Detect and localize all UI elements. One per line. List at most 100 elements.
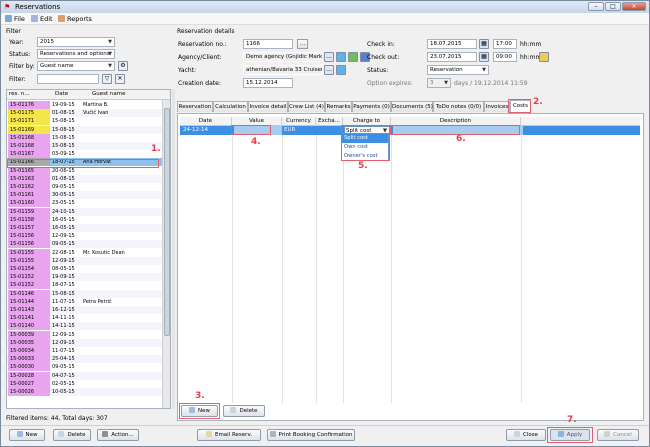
table-row[interactable]: 15-01175 01-08-15 Vučić Ivan [7, 109, 162, 118]
yacht-info-icon[interactable] [336, 65, 346, 75]
tab-crew-list[interactable]: Crew List (4) [288, 101, 325, 112]
table-row[interactable]: 15-01161 30-05-15 [7, 191, 162, 200]
calendar-icon[interactable]: ▦ [479, 52, 489, 62]
cost-currency-cell[interactable]: EUR [284, 126, 295, 135]
table-row[interactable]: 15-01162 09-05-15 [7, 183, 162, 191]
yacht-edit-icon[interactable]: … [324, 65, 334, 75]
email-reservation-button[interactable]: Email Reserv. [197, 429, 261, 441]
table-row[interactable]: 15-00034 11-07-15 [7, 347, 162, 355]
delete-reservation-button[interactable]: Delete [53, 429, 91, 441]
table-row[interactable]: 15-01159 24-10-15 [7, 207, 162, 216]
table-row[interactable]: 15-01158 16-05-15 [7, 215, 162, 224]
minimize-button[interactable]: – [588, 2, 604, 11]
table-row[interactable]: 15-01152 19-09-15 [7, 273, 162, 282]
res-status-select[interactable]: Reservation ▼ [427, 65, 489, 75]
table-row[interactable]: 15-01157 16-05-15 [7, 224, 162, 232]
table-row[interactable]: 15-00035 12-09-15 [7, 338, 162, 347]
splitter[interactable] [172, 89, 175, 409]
close-button[interactable]: Close [506, 429, 546, 441]
print-confirmation-button[interactable]: Print Booking Confirmation [267, 429, 355, 441]
col-date[interactable]: Date [55, 91, 68, 97]
col-guest-name[interactable]: Guest name [92, 91, 126, 97]
table-row[interactable]: 15-01167 03-09-15 [7, 150, 162, 159]
year-select[interactable]: 2015 ▼ [37, 37, 115, 47]
agency-info-icon[interactable] [336, 52, 346, 62]
table-row[interactable]: 15-00028 04-07-15 [7, 371, 162, 380]
table-row[interactable]: 15-00033 25-04-15 [7, 355, 162, 364]
guest-name-cell: Mr. Kosutic Dean [83, 249, 125, 256]
agency-edit-icon[interactable]: … [324, 52, 334, 62]
action-button[interactable]: Action... [97, 429, 139, 441]
table-row[interactable]: 15-00039 12-09-15 [7, 330, 162, 339]
table-row[interactable]: 15-01152 18-07-15 [7, 281, 162, 290]
tab-reservation[interactable]: Reservation [177, 101, 213, 112]
table-row[interactable]: 15-01155 12-09-15 [7, 256, 162, 265]
grid-scrollbar[interactable] [162, 100, 170, 408]
filter-input[interactable] [37, 74, 99, 84]
cost-date-cell[interactable]: 24-12-14 [183, 126, 208, 135]
option-days-field[interactable]: 3 ▼ [427, 78, 451, 88]
col-cost-currency[interactable]: Currency [282, 117, 316, 126]
cancel-button[interactable]: Cancel [597, 429, 639, 441]
col-cost-date[interactable]: Date [180, 117, 232, 126]
table-row[interactable]: 15-01160 23-05-15 [7, 199, 162, 208]
close-window-button[interactable]: ✕ [622, 2, 646, 11]
maximize-button[interactable]: □ [605, 2, 621, 11]
filter-by-select[interactable]: Guest name ▼ [37, 61, 115, 71]
menu-edit[interactable]: Edit [31, 15, 53, 23]
col-cost-exchange[interactable]: Excha... [316, 117, 343, 126]
creation-date-field[interactable]: 15.12.2014 [243, 78, 293, 88]
table-row[interactable]: 15-01144 11-07-15 Petra Petrić [7, 297, 162, 306]
checkout-label: Check out: [367, 54, 400, 61]
schedule-icon[interactable] [539, 52, 549, 62]
calendar-icon[interactable]: ▦ [479, 39, 489, 49]
table-row[interactable]: 15-00026 10-05-15 [7, 388, 162, 396]
table-row[interactable]: 15-01146 15-08-15 [7, 289, 162, 298]
res-no-cell: 15-01168 [8, 142, 50, 150]
checkin-time-field[interactable]: 17:00 [493, 39, 517, 49]
new-reservation-button[interactable]: New [9, 429, 45, 441]
scrollbar-thumb[interactable] [164, 108, 170, 336]
yacht-field: athenian/Bavaria 33 Cruiser [243, 65, 323, 75]
table-row[interactable]: 15-01156 09-05-15 [7, 240, 162, 249]
tab-invoice-detail[interactable]: Invoice detail [248, 101, 288, 112]
date-cell: 12-09-15 [52, 339, 75, 346]
table-row[interactable]: 15-01140 14-11-15 [7, 322, 162, 331]
menu-file[interactable]: File [5, 15, 25, 23]
tab-documents[interactable]: Documents (5) [391, 101, 433, 112]
tab-calculation[interactable]: Calculation [213, 101, 248, 112]
status-filter-label: Status: [9, 51, 31, 58]
funnel-icon[interactable]: ▽ [102, 74, 112, 84]
table-row[interactable]: 15-01155 22-08-15 Mr. Kosutic Dean [7, 248, 162, 257]
tab-remarks[interactable]: Remarks [325, 101, 352, 112]
delete-cost-button[interactable]: Delete [223, 405, 265, 417]
table-row[interactable]: 15-01141 14-11-15 [7, 314, 162, 323]
tab-todo-notes[interactable]: ToDo notes (0/0) [433, 101, 484, 112]
checkout-date-field[interactable]: 23.07.2015 [427, 52, 477, 62]
table-row[interactable]: 15-01176 19-09-15 Martina B. [7, 101, 162, 109]
table-row[interactable]: 15-01168 15-08-15 [7, 133, 162, 142]
status-filter-select[interactable]: Reservations and options ▼ [37, 49, 115, 59]
tab-payments[interactable]: Payments (0) [352, 101, 391, 112]
res-no-cell: 15-01143 [8, 306, 50, 314]
tab-invoices[interactable]: Invoices [484, 101, 510, 112]
creation-date-label: Creation date: [178, 80, 221, 87]
table-row[interactable]: 15-01169 15-08-15 [7, 125, 162, 134]
checkin-date-field[interactable]: 18.07.2015 [427, 39, 477, 49]
res-no-browse-button[interactable]: … [297, 39, 308, 49]
res-no-field[interactable]: 1166 [243, 39, 293, 49]
agency-add-icon[interactable] [348, 52, 358, 62]
table-row[interactable]: 15-01171 15-08-15 [7, 117, 162, 126]
col-res-no[interactable]: res. n... [9, 91, 30, 97]
table-row[interactable]: 15-01168 15-08-15 [7, 142, 162, 150]
table-row[interactable]: 15-01143 16-12-15 [7, 306, 162, 314]
table-row[interactable]: 15-00030 09-05-15 [7, 363, 162, 372]
menu-reports[interactable]: Reports [58, 15, 92, 23]
table-row[interactable]: 15-01163 01-08-15 [7, 174, 162, 183]
clear-filter-icon[interactable]: ✕ [115, 74, 125, 84]
table-row[interactable]: 15-01156 12-09-15 [7, 232, 162, 241]
checkout-time-field[interactable]: 09:00 [493, 52, 517, 62]
filter-options-icon[interactable]: ⚙ [118, 61, 128, 71]
table-row[interactable]: 15-00027 02-05-15 [7, 379, 162, 388]
table-row[interactable]: 15-01154 08-05-15 [7, 265, 162, 273]
